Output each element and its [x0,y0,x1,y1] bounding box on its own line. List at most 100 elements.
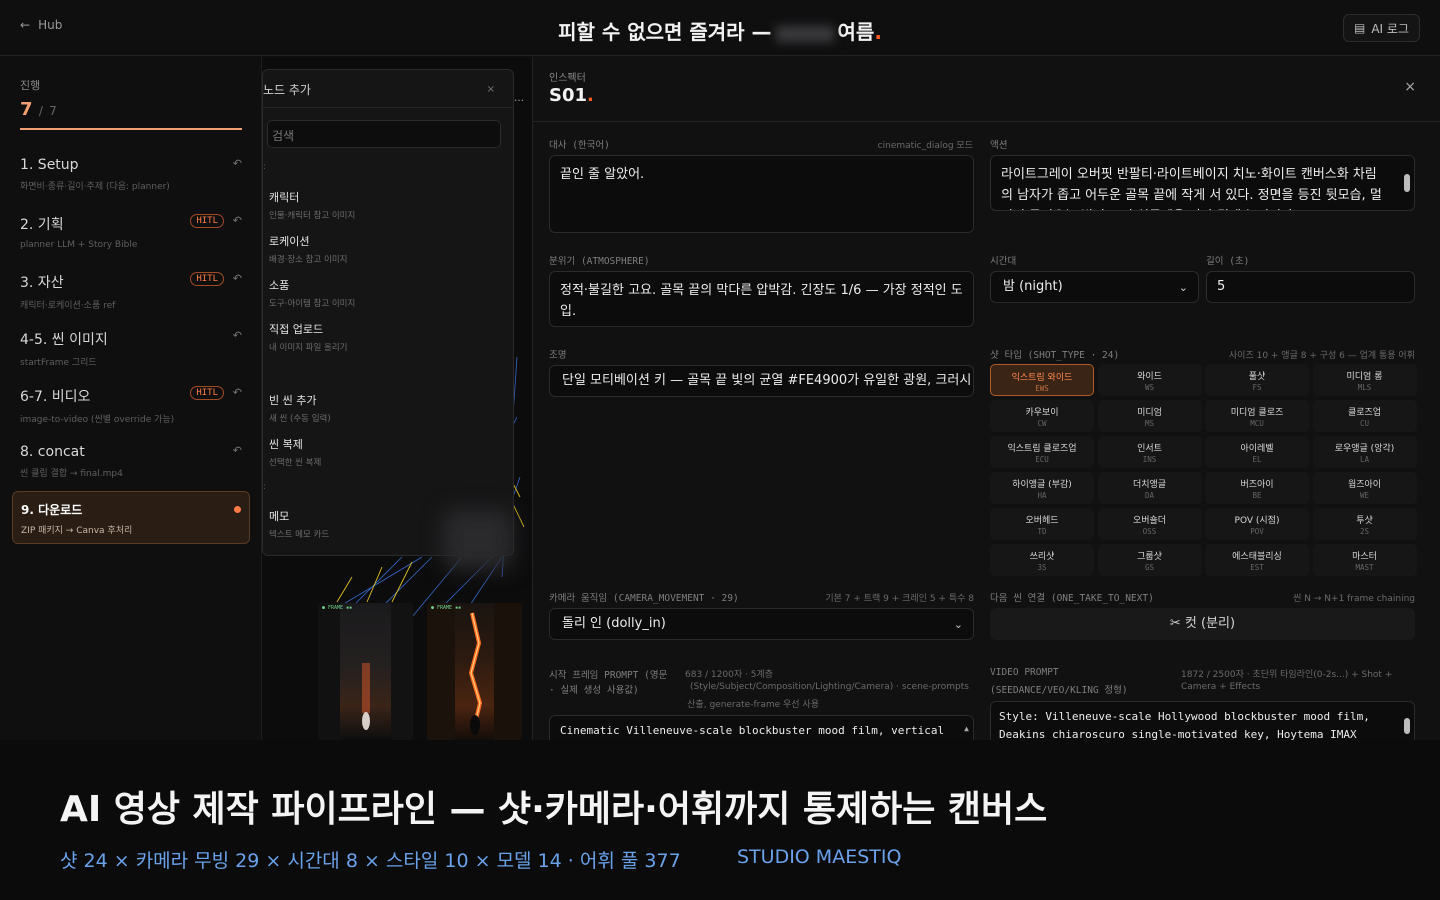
shot-type-option[interactable]: 클로즈업 CU [1312,400,1417,432]
menu-item-prop[interactable]: 소품 도구·아이템 참고 이미지 [269,277,355,309]
close-inspector-icon[interactable]: × [1404,79,1416,95]
start-prompt-label: 시작 프레임 PROMPT (영문 [549,670,668,681]
shot-type-option[interactable]: 와이드 WS [1097,364,1202,396]
undo-icon[interactable]: ↶ [233,444,242,457]
length-input[interactable]: 5 [1206,271,1415,303]
scroll-up-icon[interactable]: ▲ [964,720,969,738]
menu-item-character[interactable]: 캐릭터 인물·캐릭터 참고 이미지 [269,189,355,221]
step-name: 9. 다운로드 [21,503,83,517]
step-download[interactable]: 9. 다운로드 ZIP 패키지 → Canva 후처리 [12,491,250,544]
menu-item-title: 캐릭터 [269,191,300,204]
start-prompt-textarea[interactable]: Cinematic Villeneuve-scale blockbuster m… [549,715,974,740]
menu-item-empty-scene[interactable]: 빈 씬 추가 새 씬 (수동 입력) [269,392,331,424]
shot-type-option[interactable]: 마스터 MAST [1312,544,1417,576]
node-search-input[interactable]: 검색 [267,120,501,148]
menu-item-upload[interactable]: 직접 업로드 내 이미지 파일 올리기 [269,321,348,353]
step-setup[interactable]: 1. Setup 화면비·종류·길이·주제 (다음: planner) ↶ [20,157,242,192]
shot-type-code: GS [1144,563,1155,572]
thumbnail-tag: ● FRAME ▪▪ [322,605,353,611]
shot-type-option[interactable]: 카우보이 CW [990,400,1094,432]
shot-type-name: 익스트림 클로즈업 [1007,444,1077,454]
shot-type-option[interactable]: 오버헤드 TD [990,508,1094,540]
start-prompt-count: 683 / 1200자 · 5계층 [685,670,773,680]
scrollbar[interactable] [1404,718,1410,734]
step-desc: image-to-video (씬별 override 가능) [20,415,175,425]
step-concat[interactable]: 8. concat 씬 클립 결합 → final.mp4 ↶ [20,444,242,479]
shot-type-option[interactable]: 버즈아이 BE [1205,472,1309,504]
undo-icon[interactable]: ↶ [233,272,242,285]
node-canvas[interactable]: 노드 추가 × 검색 : 캐릭터 인물·캐릭터 참고 이미지 로케이션 배경·장… [262,57,532,740]
shot-type-option[interactable]: 익스트림 클로즈업 ECU [990,436,1094,468]
shot-type-option[interactable]: 미디엄 클로즈 MCU [1205,400,1309,432]
shot-type-code: EWS [1035,384,1049,393]
shot-type-option[interactable]: 쓰리샷 3S [990,544,1094,576]
step-desc: startFrame 그리드 [20,358,97,368]
time-of-day-select[interactable]: 밤 (night) ⌄ [990,271,1199,303]
shot-type-option[interactable]: POV (시점) POV [1205,508,1309,540]
shot-type-option[interactable]: 익스트림 와이드 EWS [990,364,1094,396]
step-desc: planner LLM + Story Bible [20,240,138,250]
shot-type-option[interactable]: 오버숄더 OSS [1097,508,1202,540]
undo-icon[interactable]: ↶ [233,214,242,227]
undo-icon[interactable]: ↶ [233,329,242,342]
menu-item-memo[interactable]: 메모 텍스트 메모 카드 [269,508,329,540]
video-prompt-textarea[interactable]: Style: Villeneuve-scale Hollywood blockb… [990,701,1415,740]
shot-type-option[interactable]: 투샷 2S [1312,508,1417,540]
step-desc: 화면비·종류·길이·주제 (다음: planner) [20,182,170,192]
shot-type-option[interactable]: 웜즈아이 WE [1312,472,1417,504]
ai-log-button[interactable]: ▤ AI 로그 [1343,14,1420,42]
shot-type-code: 3S [1037,563,1047,572]
scene-thumbnail[interactable]: ● FRAME ▪▪ [427,603,522,740]
shot-type-option[interactable]: 인서트 INS [1097,436,1202,468]
menu-item-title: 메모 [269,510,290,523]
blurred-region [443,510,513,570]
undo-icon[interactable]: ↶ [233,157,242,170]
caption-brand: STUDIO MAESTIQ [737,846,902,868]
shot-type-option[interactable]: 로우앵글 (앙각) LA [1312,436,1417,468]
scrollbar[interactable] [1404,174,1410,192]
scene-thumbnail[interactable]: ● FRAME ▪▪ [318,603,413,740]
lighting-input[interactable]: 단일 모티베이션 키 — 골목 끝 빛의 균열 #FE4900가 유일한 광원,… [549,365,974,397]
camera-movement-select[interactable]: 돌리 인 (dolly_in) ⌄ [549,608,974,640]
shot-type-option[interactable]: 하이앵글 (부감) HA [990,472,1094,504]
shot-type-code: ECU [1035,455,1049,464]
menu-item-duplicate-scene[interactable]: 씬 복제 선택한 씬 복제 [269,436,321,468]
dialog-label: 대사 (한국어) [549,140,610,151]
shot-type-option[interactable]: 아이레벨 EL [1205,436,1309,468]
atmosphere-textarea[interactable]: 정적·불길한 고요. 골목 끝의 막다른 압박감. 긴장도 1/6 — 가장 정… [549,271,974,327]
top-bar: ← Hub 피할 수 없으면 즐겨라 — 여름. ▤ AI 로그 [0,0,1440,56]
start-prompt-hint-2: 산출, generate-frame 우선 사용 [687,700,819,710]
step-planning[interactable]: 2. 기획 planner LLM + Story Bible HITL ↶ [20,214,242,250]
action-textarea[interactable]: 라이트그레이 오버핏 반팔티·라이트베이지 치노·화이트 캔버스화 차림의 남자… [990,155,1415,211]
step-video[interactable]: 6-7. 비디오 image-to-video (씬별 override 가능)… [20,386,242,425]
shot-type-name: 클로즈업 [1347,408,1382,418]
shot-type-code: EST [1250,563,1264,572]
shot-type-name: 투샷 [1356,516,1373,526]
step-scene-images[interactable]: 4-5. 씬 이미지 startFrame 그리드 ↶ [20,329,242,368]
action-text: 라이트그레이 오버핏 반팔티·라이트베이지 치노·화이트 캔버스화 차림의 남자… [1001,167,1382,210]
shot-type-code: MAST [1355,563,1374,572]
shot-type-option[interactable]: 그룹샷 GS [1097,544,1202,576]
shot-type-code: MCU [1250,419,1264,428]
menu-item-desc: 도구·아이템 참고 이미지 [269,299,356,309]
undo-icon[interactable]: ↶ [233,386,242,399]
shot-type-option[interactable]: 미디엄 MS [1097,400,1202,432]
step-desc: ZIP 패키지 → Canva 후처리 [21,526,133,536]
video-prompt-hint-2: Camera + Effects [1181,682,1261,692]
dialog-textarea[interactable]: 끝인 줄 알았어. [549,155,974,233]
close-icon[interactable]: × [487,84,495,95]
progress-current: 7 [20,99,33,120]
menu-item-location[interactable]: 로케이션 배경·장소 참고 이미지 [269,233,348,265]
shot-type-option[interactable]: 더치앵글 DA [1097,472,1202,504]
shot-type-name: 미디엄 [1137,408,1162,418]
step-assets[interactable]: 3. 자산 캐릭터·로케이션·소품 ref HITL ↶ [20,272,242,311]
progress-panel: 진행 7 / 7 1. Setup 화면비·종류·길이·주제 (다음: plan… [0,57,262,740]
title-prefix: 피할 수 없으면 즐겨라 — [558,20,772,44]
cut-split-button[interactable]: ✂ 컷 (분리) [990,608,1415,640]
hitl-badge: HITL [190,214,224,228]
shot-type-option[interactable]: 미디엄 롱 MLS [1312,364,1417,396]
shot-type-option[interactable]: 풀샷 FS [1205,364,1309,396]
progress-count: 7 / 7 [20,99,57,120]
shot-type-option[interactable]: 에스태블리싱 EST [1205,544,1309,576]
video-prompt-text: Style: Villeneuve-scale Hollywood blockb… [999,710,1370,740]
